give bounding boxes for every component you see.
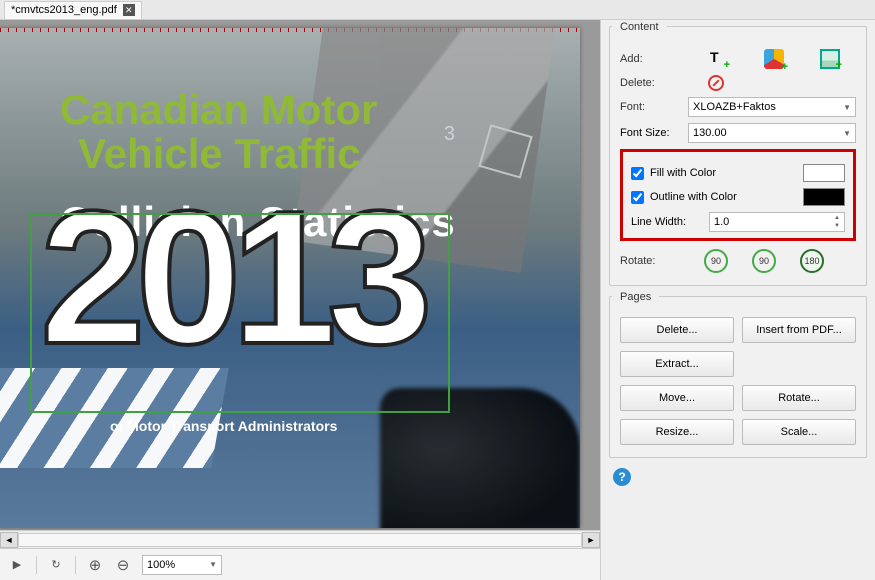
ruler-marker: 3	[444, 123, 455, 146]
fill-color-label: Fill with Color	[650, 167, 716, 179]
pages-resize-button[interactable]: Resize...	[620, 419, 734, 445]
font-value: XLOAZB+Faktos	[693, 101, 776, 113]
scroll-track[interactable]	[18, 533, 582, 547]
content-panel: Content Add: Delete:	[609, 26, 867, 286]
linewidth-label: Line Width:	[631, 216, 701, 228]
zoom-value: 100%	[147, 559, 175, 571]
next-page-icon[interactable]: ▶	[8, 556, 26, 574]
close-icon[interactable]: ✕	[123, 4, 135, 16]
chevron-down-icon: ▼	[843, 103, 851, 112]
linewidth-input[interactable]: 1.0 ▲ ▼	[709, 212, 845, 232]
pages-insert-button[interactable]: Insert from PDF...	[742, 317, 856, 343]
zoom-select[interactable]: 100% ▼	[142, 555, 222, 575]
spinner-down-icon[interactable]: ▼	[831, 222, 843, 230]
highlighted-region: Fill with Color Outline with Color Line …	[620, 149, 856, 241]
zoom-in-icon[interactable]: ⊕	[86, 556, 104, 574]
delete-label: Delete:	[620, 77, 680, 89]
bottom-toolbar: ▶ ↻ ⊕ ⊖ 100% ▼	[0, 548, 600, 580]
font-label: Font:	[620, 101, 680, 113]
pages-delete-button[interactable]: Delete...	[620, 317, 734, 343]
add-image-icon[interactable]	[820, 49, 840, 69]
fill-color-swatch[interactable]	[803, 164, 845, 182]
fontsize-label: Font Size:	[620, 127, 680, 139]
pages-panel-title: Pages	[612, 289, 659, 303]
content-panel-title: Content	[612, 20, 667, 33]
horizontal-scrollbar[interactable]: ◄ ►	[0, 530, 600, 548]
outline-color-label: Outline with Color	[650, 191, 737, 203]
pages-move-button[interactable]: Move...	[620, 385, 734, 411]
scroll-right-icon[interactable]: ►	[582, 532, 600, 548]
toolbar-divider	[75, 556, 76, 574]
tab-bar: *cmvtcs2013_eng.pdf ✕	[0, 0, 875, 20]
document-tab[interactable]: *cmvtcs2013_eng.pdf ✕	[4, 1, 142, 19]
zoom-out-icon[interactable]: ⊖	[114, 556, 132, 574]
pages-panel: Pages Delete... Insert from PDF... Extra…	[609, 296, 867, 458]
rotate-ccw-90-button[interactable]: 90	[704, 249, 728, 273]
outline-color-checkbox[interactable]	[631, 191, 644, 204]
chevron-down-icon: ▼	[843, 129, 851, 138]
outline-color-swatch[interactable]	[803, 188, 845, 206]
scroll-left-icon[interactable]: ◄	[0, 532, 18, 548]
page-title: Canadian Motor Vehicle Traffic	[60, 88, 377, 176]
footer-text: of Motor Transport Administrators	[110, 418, 337, 434]
rotate-label: Rotate:	[620, 255, 680, 267]
selection-outline	[30, 213, 450, 413]
add-label: Add:	[620, 53, 680, 65]
fill-color-checkbox[interactable]	[631, 167, 644, 180]
fontsize-value: 130.00	[693, 127, 727, 139]
fontsize-select[interactable]: 130.00 ▼	[688, 123, 856, 143]
pages-scale-button[interactable]: Scale...	[742, 419, 856, 445]
add-shape-icon[interactable]	[764, 49, 784, 69]
tab-filename: *cmvtcs2013_eng.pdf	[11, 4, 117, 16]
document-viewport[interactable]: 3 Canadian Motor Vehicle Traffic Collisi…	[0, 20, 600, 530]
pages-extract-button[interactable]: Extract...	[620, 351, 734, 377]
toolbar-divider	[36, 556, 37, 574]
font-select[interactable]: XLOAZB+Faktos ▼	[688, 97, 856, 117]
delete-icon[interactable]	[708, 75, 724, 91]
rotate-cw-90-button[interactable]: 90	[752, 249, 776, 273]
spinner-up-icon[interactable]: ▲	[831, 214, 843, 222]
pdf-page: 3 Canadian Motor Vehicle Traffic Collisi…	[0, 28, 580, 528]
rotate-180-button[interactable]: 180	[800, 249, 824, 273]
help-icon[interactable]: ?	[613, 468, 631, 486]
chevron-down-icon: ▼	[209, 560, 217, 569]
rotate-view-icon[interactable]: ↻	[47, 556, 65, 574]
linewidth-value: 1.0	[714, 216, 729, 228]
add-text-icon[interactable]	[708, 49, 728, 69]
pages-rotate-button[interactable]: Rotate...	[742, 385, 856, 411]
